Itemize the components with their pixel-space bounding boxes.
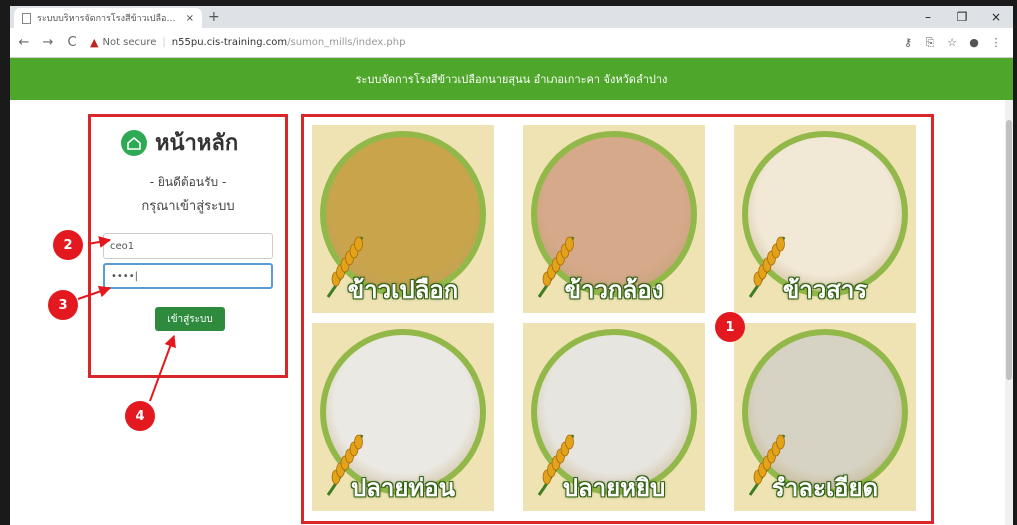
banner-text: ระบบจัดการโรงสีข้าวเปลือกนายสุนน อำเภอเก… [355, 73, 668, 86]
username-input[interactable]: ceo1 [103, 233, 273, 259]
page-title: หน้าหลัก [155, 131, 239, 156]
home-heading: หน้าหลัก [121, 125, 238, 160]
account-icon[interactable]: ● [963, 36, 985, 50]
close-window-button[interactable]: × [979, 6, 1013, 28]
address-bar: ← → C ▲ Not secure | n55pu.cis-training.… [10, 28, 1013, 58]
product-label: รำละเอียด [771, 474, 879, 502]
product-tile[interactable]: ข้าวกล้อง [523, 125, 705, 313]
callout-3: 3 [48, 290, 78, 320]
product-tile[interactable]: ข้าวเปลือก [312, 125, 494, 313]
welcome-text: - ยินดีต้อนรับ - [149, 175, 227, 189]
login-prompt: กรุณาเข้าสู่ระบบ [141, 199, 235, 214]
tab-title: ระบบบริหารจัดการโรงสีข้าวเปลือกนายสุนน [37, 14, 180, 24]
page-scrollbar[interactable] [1005, 100, 1013, 525]
scrollbar-thumb[interactable] [1006, 120, 1012, 380]
product-grid: ข้าวเปลือก ข้าวกล้อง ข้าวสาร ปลายท่อน ปล… [301, 114, 934, 524]
minimize-button[interactable]: – [911, 6, 945, 28]
product-tile[interactable]: รำละเอียด [734, 323, 916, 511]
toolbar-icons: ⚷ ⎘ ☆ ● ⋮ [897, 36, 1007, 50]
tab-bar: ระบบบริหารจัดการโรงสีข้าวเปลือกนายสุนน ×… [10, 6, 1013, 28]
product-label: ปลายหยิบ [562, 474, 666, 502]
back-icon[interactable]: ← [14, 35, 34, 50]
security-label: Not secure [102, 37, 157, 48]
callout-4: 4 [125, 401, 155, 431]
product-label: ข้าวเปลือก [347, 276, 459, 304]
screen-frame: ระบบบริหารจัดการโรงสีข้าวเปลือกนายสุนน ×… [0, 0, 1017, 525]
product-tile[interactable]: ปลายท่อน [312, 323, 494, 511]
star-icon[interactable]: ☆ [941, 36, 963, 50]
new-tab-button[interactable]: + [208, 8, 220, 26]
product-tile[interactable]: ปลายหยิบ [523, 323, 705, 511]
warning-icon: ▲ [90, 36, 99, 49]
browser-tab[interactable]: ระบบบริหารจัดการโรงสีข้าวเปลือกนายสุนน × [14, 8, 202, 28]
product-label: ข้าวสาร [782, 276, 868, 304]
password-input[interactable]: ••••| [103, 263, 273, 289]
home-icon [121, 129, 147, 156]
url-separator: | [162, 37, 166, 48]
browser-window: ระบบบริหารจัดการโรงสีข้าวเปลือกนายสุนน ×… [10, 6, 1013, 525]
callout-1: 1 [715, 312, 745, 342]
reload-icon[interactable]: C [62, 35, 82, 50]
menu-icon[interactable]: ⋮ [985, 36, 1007, 50]
product-label: ข้าวกล้อง [564, 276, 664, 304]
url-field[interactable]: ▲ Not secure | n55pu.cis-training.com /s… [90, 32, 897, 54]
page-icon [22, 12, 31, 24]
url-path: /sumon_mills/index.php [287, 37, 406, 48]
login-panel: หน้าหลัก - ยินดีต้อนรับ - กรุณาเข้าสู่ระ… [88, 114, 288, 378]
site-banner: ระบบจัดการโรงสีข้าวเปลือกนายสุนน อำเภอเก… [10, 58, 1013, 100]
window-controls: – ❐ × [911, 6, 1013, 28]
callout-2: 2 [53, 230, 83, 260]
translate-icon[interactable]: ⎘ [919, 36, 941, 50]
key-icon[interactable]: ⚷ [897, 36, 919, 50]
product-label: ปลายท่อน [350, 474, 456, 502]
forward-icon[interactable]: → [38, 35, 58, 50]
product-tile[interactable]: ข้าวสาร [734, 125, 916, 313]
tab-close-icon[interactable]: × [186, 13, 194, 24]
url-host: n55pu.cis-training.com [171, 37, 288, 48]
maximize-button[interactable]: ❐ [945, 6, 979, 28]
login-button[interactable]: เข้าสู่ระบบ [155, 307, 225, 331]
